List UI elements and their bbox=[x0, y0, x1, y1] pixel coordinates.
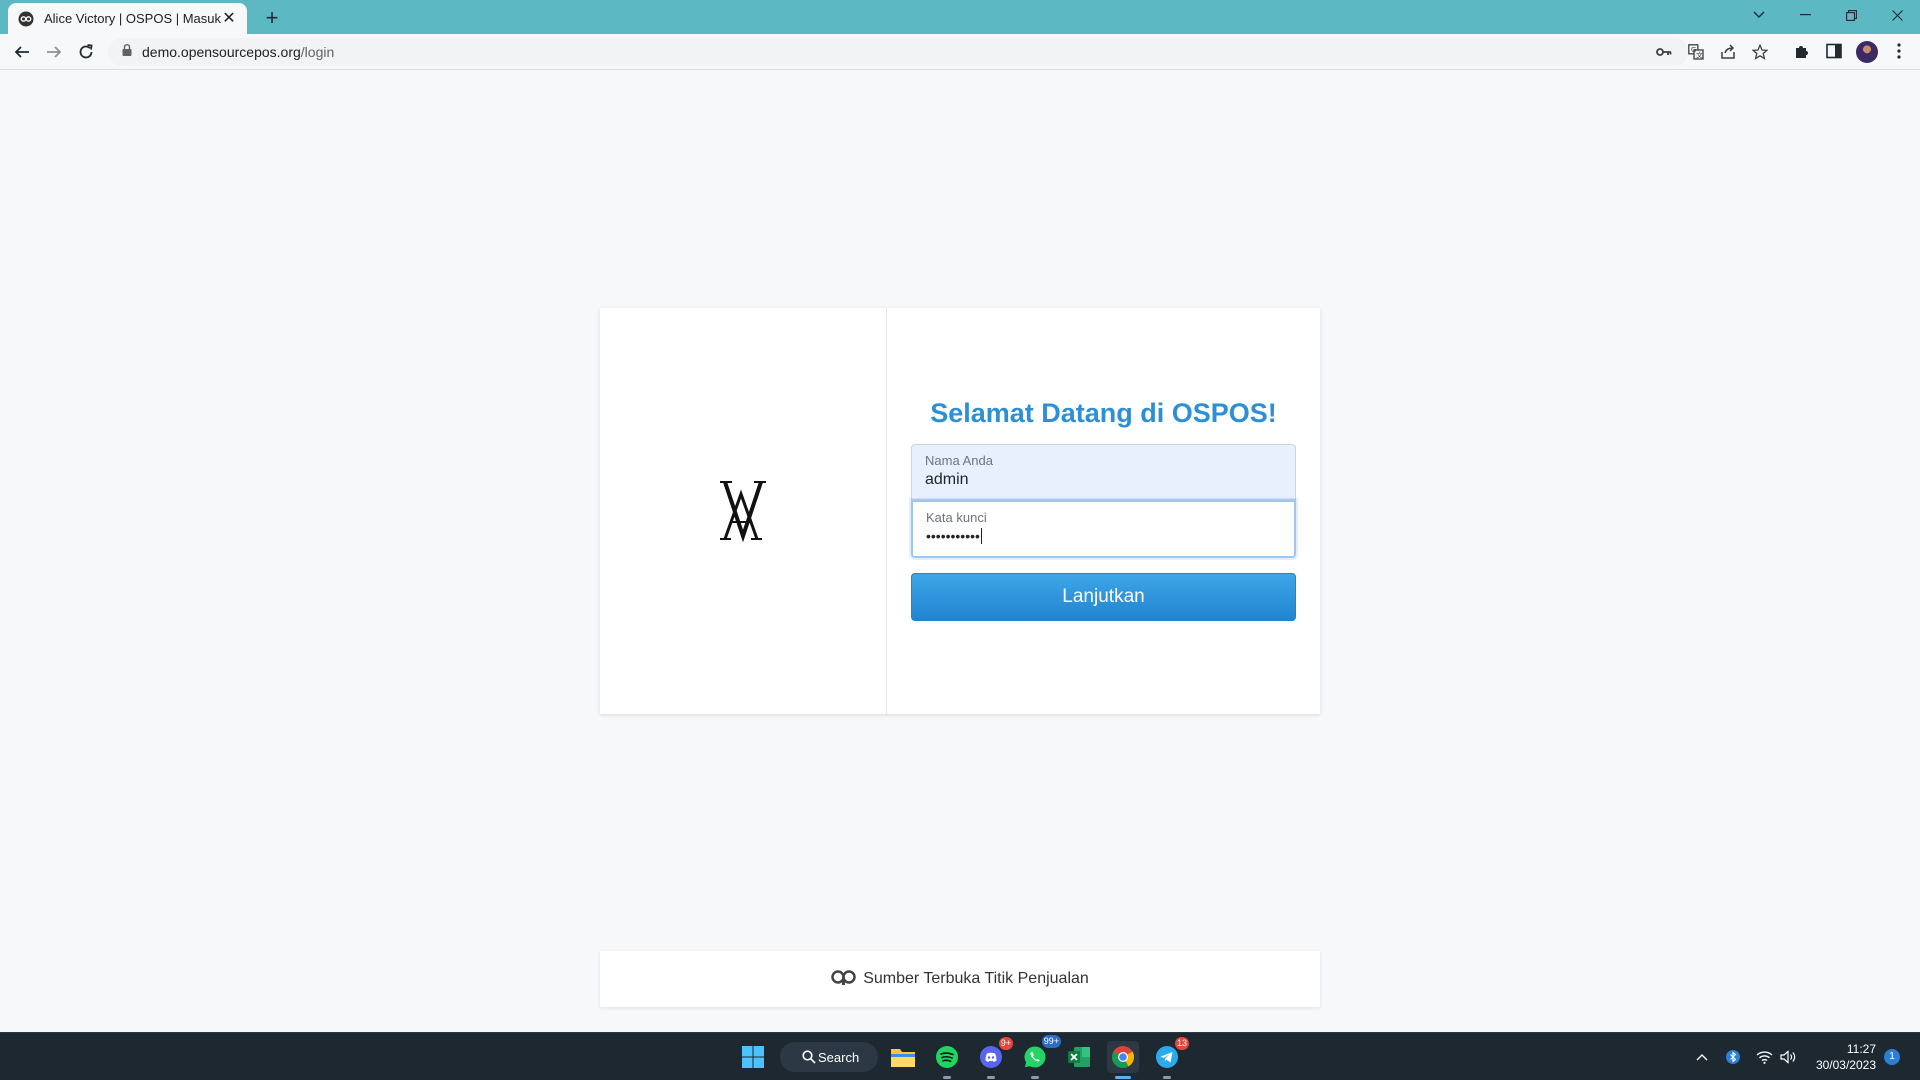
chrome-icon[interactable] bbox=[1107, 1041, 1139, 1079]
new-tab-icon[interactable]: + bbox=[258, 4, 286, 32]
footer-text: Sumber Terbuka Titik Penjualan bbox=[863, 970, 1089, 987]
welcome-heading: Selamat Datang di OSPOS! bbox=[930, 398, 1277, 428]
telegram-badge: 13 bbox=[1174, 1037, 1189, 1050]
browser-tabstrip: Alice Victory | OSPOS | Masuk ✕ + bbox=[0, 0, 1920, 34]
password-label: Kata kunci bbox=[926, 510, 987, 525]
extensions-puzzle-icon[interactable] bbox=[1793, 42, 1811, 60]
tab-title: Alice Victory | OSPOS | Masuk bbox=[44, 11, 221, 26]
address-bar[interactable]: demo.opensourcepos.org/login G文 bbox=[108, 38, 1768, 66]
tab-close-icon[interactable]: ✕ bbox=[221, 10, 237, 27]
profile-avatar[interactable] bbox=[1856, 41, 1878, 63]
url-text: demo.opensourcepos.org/login bbox=[142, 44, 334, 60]
running-indicator bbox=[987, 1076, 995, 1079]
share-icon[interactable] bbox=[1720, 44, 1736, 60]
ospos-logo-icon bbox=[831, 969, 857, 990]
browser-toolbar: demo.opensourcepos.org/login G文 bbox=[0, 34, 1920, 70]
clock-time: 11:27 bbox=[1846, 1042, 1876, 1056]
discord-badge: 9+ bbox=[998, 1037, 1013, 1050]
windows-start-icon[interactable] bbox=[737, 1041, 769, 1073]
company-logo bbox=[715, 474, 771, 549]
tray-overflow-chevron-icon[interactable] bbox=[1693, 1048, 1711, 1066]
login-form: Selamat Datang di OSPOS! Nama Anda admin… bbox=[887, 308, 1320, 714]
svg-text:文: 文 bbox=[1696, 51, 1703, 60]
side-panel-icon[interactable] bbox=[1825, 42, 1843, 60]
whatsapp-icon[interactable]: 99+ bbox=[1019, 1035, 1061, 1079]
forward-icon[interactable] bbox=[40, 38, 68, 66]
whatsapp-badge: 99+ bbox=[1041, 1035, 1061, 1048]
running-indicator bbox=[1031, 1076, 1039, 1079]
active-indicator bbox=[1115, 1076, 1131, 1079]
password-field[interactable]: Kata kunci ••••••••••• bbox=[911, 500, 1296, 558]
discord-icon[interactable]: 9+ bbox=[975, 1037, 1013, 1079]
minimize-icon[interactable] bbox=[1782, 0, 1828, 30]
footer: Sumber Terbuka Titik Penjualan bbox=[600, 951, 1320, 1007]
close-window-icon[interactable] bbox=[1874, 0, 1920, 30]
system-clock[interactable]: 11:27 30/03/2023 bbox=[1808, 1041, 1876, 1073]
search-icon bbox=[802, 1050, 816, 1067]
url-host: demo.opensourcepos.org bbox=[142, 44, 301, 60]
telegram-icon[interactable]: 13 bbox=[1151, 1037, 1189, 1079]
username-field[interactable]: Nama Anda admin bbox=[911, 444, 1296, 500]
back-icon[interactable] bbox=[8, 38, 36, 66]
logo-panel bbox=[600, 308, 887, 714]
running-indicator bbox=[943, 1076, 951, 1079]
spotify-icon[interactable] bbox=[931, 1041, 963, 1079]
bluetooth-icon[interactable] bbox=[1724, 1048, 1742, 1066]
username-label: Nama Anda bbox=[925, 453, 993, 468]
url-path: /login bbox=[300, 44, 335, 60]
clock-date: 30/03/2023 bbox=[1815, 1058, 1876, 1072]
reload-icon[interactable] bbox=[72, 38, 100, 66]
search-label: Search bbox=[818, 1049, 860, 1065]
lock-icon[interactable] bbox=[122, 43, 132, 61]
key-icon[interactable] bbox=[1656, 44, 1672, 60]
bookmark-star-icon[interactable] bbox=[1752, 44, 1768, 60]
continue-button[interactable]: Lanjutkan bbox=[911, 573, 1296, 621]
username-value[interactable]: admin bbox=[925, 471, 1282, 489]
volume-icon[interactable] bbox=[1779, 1048, 1797, 1066]
browser-menu-icon[interactable] bbox=[1890, 42, 1908, 60]
password-value[interactable]: ••••••••••• bbox=[926, 528, 982, 544]
restore-icon[interactable] bbox=[1828, 0, 1874, 30]
excel-icon[interactable] bbox=[1063, 1041, 1095, 1073]
tab-search-chevron-icon[interactable] bbox=[1736, 0, 1782, 30]
notification-badge[interactable]: 1 bbox=[1884, 1049, 1900, 1065]
ospos-favicon-icon bbox=[18, 11, 34, 27]
windows-taskbar: Search 9+ 99+ 13 11:27 30/03/2023 1 bbox=[0, 1032, 1920, 1080]
file-explorer-icon[interactable] bbox=[887, 1041, 919, 1073]
running-indicator bbox=[1163, 1076, 1171, 1079]
login-card: Selamat Datang di OSPOS! Nama Anda admin… bbox=[600, 308, 1320, 714]
taskbar-search[interactable]: Search bbox=[780, 1042, 878, 1072]
wifi-icon[interactable] bbox=[1755, 1048, 1773, 1066]
translate-icon[interactable]: G文 bbox=[1688, 44, 1704, 60]
browser-tab[interactable]: Alice Victory | OSPOS | Masuk ✕ bbox=[8, 3, 247, 34]
